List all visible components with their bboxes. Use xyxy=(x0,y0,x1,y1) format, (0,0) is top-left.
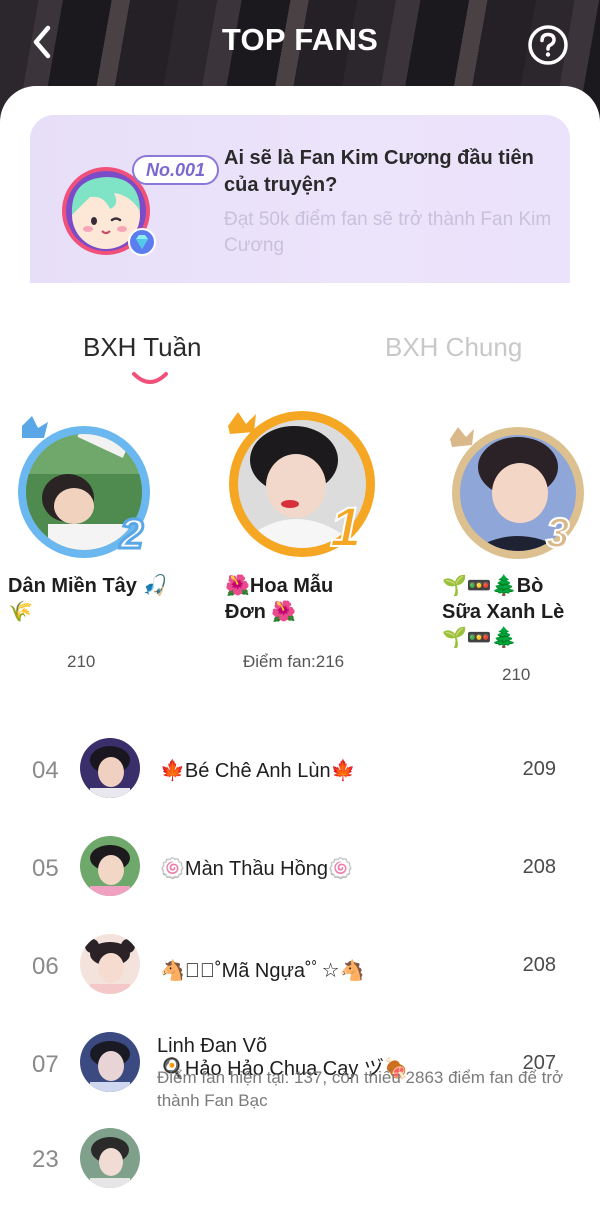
rank-number: 07 xyxy=(32,1051,59,1078)
list-item[interactable]: 06 🐴☆ﾟ˚Mã Ngựa˚ﾟ☆🐴 208 xyxy=(0,926,600,1006)
content-sheet: No.001 Ai sẽ là Fan Kim Cương đầu tiên c… xyxy=(0,86,600,1207)
podium-name-2: Dân Miền Tây 🎣🌾 xyxy=(8,575,168,623)
tab-active-indicator xyxy=(132,372,168,384)
tab-overall-ranking[interactable]: BXH Chung xyxy=(385,332,522,363)
fan-name: 🍥Màn Thầu Hồng🍥 xyxy=(160,858,353,880)
diamond-icon xyxy=(128,228,156,256)
my-rank-number: 23 xyxy=(32,1146,59,1173)
rank-number: 05 xyxy=(32,855,59,882)
list-item[interactable]: 05 🍥Màn Thầu Hồng🍥 208 xyxy=(0,828,600,908)
fan-score: 209 xyxy=(522,758,556,780)
banner-title: Ai sẽ là Fan Kim Cương đầu tiên của truy… xyxy=(224,147,534,196)
fan-name: 🐴☆ﾟ˚Mã Ngựa˚ﾟ☆🐴 xyxy=(160,960,365,982)
my-avatar[interactable] xyxy=(80,1128,140,1188)
podium-avatar-1[interactable]: 1 xyxy=(222,404,378,560)
podium-score-1: Điểm fan:216 xyxy=(243,652,345,671)
avatar xyxy=(80,836,140,896)
podium-score-3: 210 xyxy=(502,665,531,684)
diamond-fan-banner[interactable]: No.001 Ai sẽ là Fan Kim Cương đầu tiên c… xyxy=(30,115,570,283)
my-progress-description: Điểm fan hiện tại: 137, còn thiếu 2863 đ… xyxy=(157,1068,564,1110)
podium-avatar-2[interactable]: 2 xyxy=(8,414,152,558)
my-name: Linh Đan Võ xyxy=(157,1035,268,1057)
podium-name-1: 🌺Hoa Mẫu Đơn 🌺 xyxy=(225,575,334,623)
rank-number: 06 xyxy=(32,953,59,980)
avatar xyxy=(80,738,140,798)
fan-score: 208 xyxy=(522,954,556,976)
podium-avatar-3[interactable]: 3 xyxy=(446,419,590,563)
rank-number: 04 xyxy=(32,757,59,784)
list-item[interactable]: 04 🍁Bé Chê Anh Lùn🍁 209 xyxy=(0,730,600,810)
svg-text:1: 1 xyxy=(330,495,361,558)
banner-subtitle: Đạt 50k điểm fan sẽ trở thành Fan Kim Cư… xyxy=(224,209,552,256)
avatar xyxy=(80,934,140,994)
fan-score: 208 xyxy=(522,856,556,878)
svg-text:3: 3 xyxy=(546,509,569,556)
podium-score-2: 210 xyxy=(67,652,96,671)
podium-name-3: 🌱🚥🌲Bò Sữa Xanh Lè 🌱🚥🌲 xyxy=(442,575,565,649)
help-icon[interactable] xyxy=(527,24,569,66)
fan-name: 🍁Bé Chê Anh Lùn🍁 xyxy=(160,760,356,782)
tab-weekly-ranking[interactable]: BXH Tuần xyxy=(83,332,202,363)
rank-badge: No.001 xyxy=(132,155,220,185)
svg-text:2: 2 xyxy=(119,510,143,557)
avatar xyxy=(80,1032,140,1092)
page-title: TOP FANS xyxy=(221,22,379,57)
